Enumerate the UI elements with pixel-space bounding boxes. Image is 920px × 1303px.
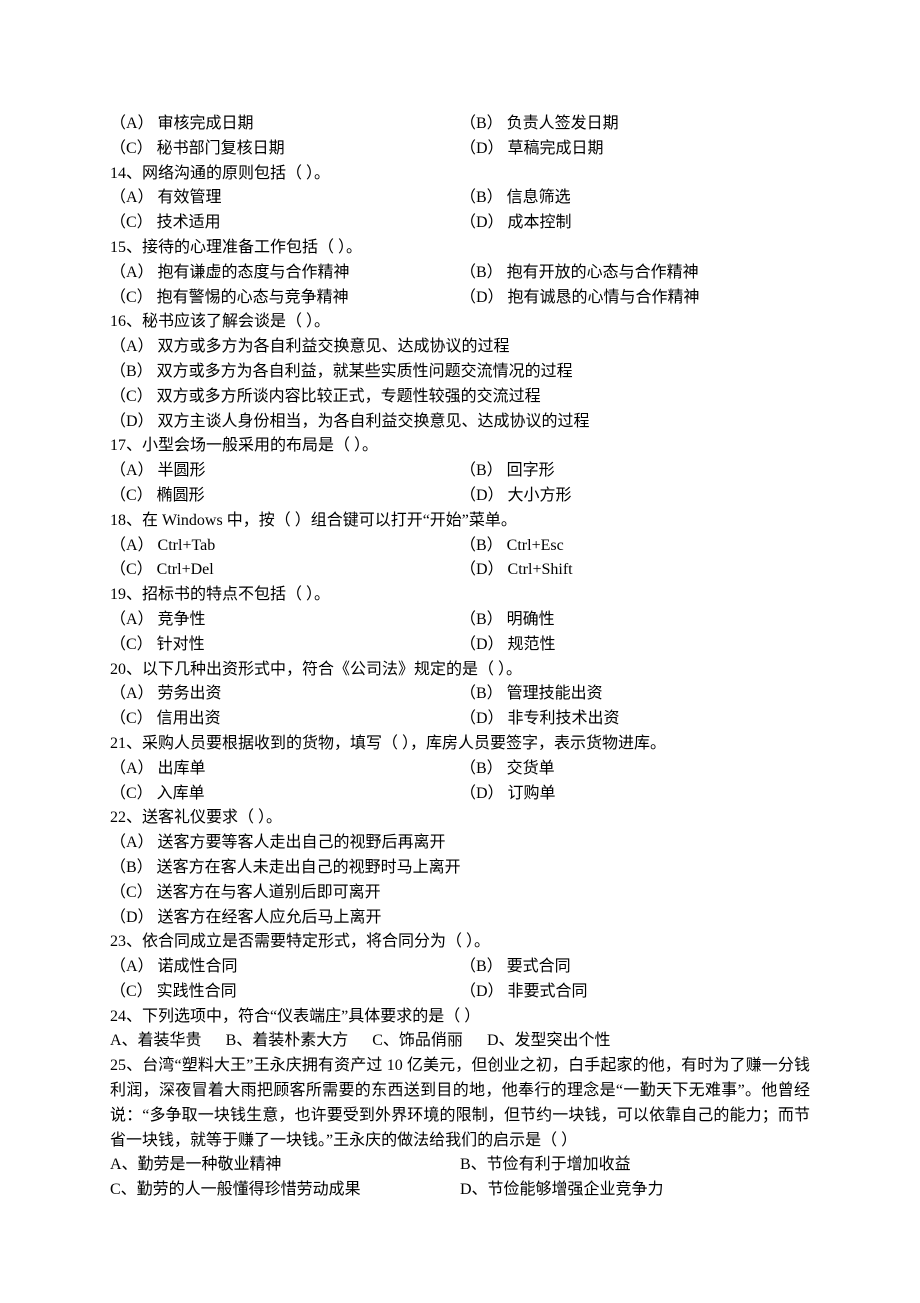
question-21: 21、采购人员要根据收到的货物，填写（ ），库房人员要签字，表示货物进库。 （A…: [110, 732, 810, 806]
option-14-a: （A） 有效管理: [110, 186, 460, 211]
option-17-b: （B） 回字形: [460, 459, 810, 484]
option-23-c: （C） 实践性合同: [110, 980, 460, 1005]
option-19-a: （A） 竞争性: [110, 608, 460, 633]
option-25-a: A、勤劳是一种敬业精神: [110, 1153, 460, 1178]
option-22-a: （A） 送客方要等客人走出自己的视野后再离开: [110, 831, 810, 856]
option-13-a: （A） 审核完成日期: [110, 112, 460, 137]
option-15-a: （A） 抱有谦虚的态度与合作精神: [110, 261, 460, 286]
options-13: （A） 审核完成日期 （B） 负责人签发日期 （C） 秘书部门复核日期 （D） …: [110, 112, 810, 162]
option-25-d: D、节俭能够增强企业竞争力: [460, 1178, 810, 1203]
option-19-d: （D） 规范性: [460, 633, 810, 658]
option-24-c: C、饰品俏丽: [372, 1029, 487, 1054]
stem-15: 15、接待的心理准备工作包括（ ）。: [110, 236, 810, 261]
option-14-d: （D） 成本控制: [460, 211, 810, 236]
question-14: 14、网络沟通的原则包括（ ）。 （A） 有效管理 （B） 信息筛选 （C） 技…: [110, 162, 810, 236]
option-14-b: （B） 信息筛选: [460, 186, 810, 211]
option-13-b: （B） 负责人签发日期: [460, 112, 810, 137]
option-24-b: B、着装朴素大方: [226, 1029, 373, 1054]
stem-18: 18、在 Windows 中，按（ ）组合键可以打开“开始”菜单。: [110, 509, 810, 534]
stem-22: 22、送客礼仪要求（ ）。: [110, 806, 810, 831]
option-20-a: （A） 劳务出资: [110, 682, 460, 707]
option-14-c: （C） 技术适用: [110, 211, 460, 236]
options-17: （A） 半圆形 （B） 回字形 （C） 椭圆形 （D） 大小方形: [110, 459, 810, 509]
option-17-a: （A） 半圆形: [110, 459, 460, 484]
question-18: 18、在 Windows 中，按（ ）组合键可以打开“开始”菜单。 （A） Ct…: [110, 509, 810, 583]
option-18-b: （B） Ctrl+Esc: [460, 534, 810, 559]
options-23: （A） 诺成性合同 （B） 要式合同 （C） 实践性合同 （D） 非要式合同: [110, 955, 810, 1005]
options-18: （A） Ctrl+Tab （B） Ctrl+Esc （C） Ctrl+Del （…: [110, 534, 810, 584]
options-25: A、勤劳是一种敬业精神 B、节俭有利于增加收益 C、勤劳的人一般懂得珍惜劳动成果…: [110, 1153, 810, 1203]
stem-19: 19、招标书的特点不包括（ ）。: [110, 583, 810, 608]
option-23-a: （A） 诺成性合同: [110, 955, 460, 980]
option-13-c: （C） 秘书部门复核日期: [110, 137, 460, 162]
stem-17: 17、小型会场一般采用的布局是（ ）。: [110, 434, 810, 459]
question-20: 20、以下几种出资形式中，符合《公司法》规定的是（ ）。 （A） 劳务出资 （B…: [110, 658, 810, 732]
option-13-d: （D） 草稿完成日期: [460, 137, 810, 162]
options-22: （A） 送客方要等客人走出自己的视野后再离开 （B） 送客方在客人未走出自己的视…: [110, 831, 810, 930]
question-22: 22、送客礼仪要求（ ）。 （A） 送客方要等客人走出自己的视野后再离开 （B）…: [110, 806, 810, 930]
question-13: （A） 审核完成日期 （B） 负责人签发日期 （C） 秘书部门复核日期 （D） …: [110, 112, 810, 162]
stem-20: 20、以下几种出资形式中，符合《公司法》规定的是（ ）。: [110, 658, 810, 683]
stem-21: 21、采购人员要根据收到的货物，填写（ ），库房人员要签字，表示货物进库。: [110, 732, 810, 757]
stem-16: 16、秘书应该了解会谈是（ ）。: [110, 310, 810, 335]
stem-23: 23、依合同成立是否需要特定形式，将合同分为（ ）。: [110, 930, 810, 955]
option-16-a: （A） 双方或多方为各自利益交换意见、达成协议的过程: [110, 335, 810, 360]
option-24-a: A、着装华贵: [110, 1029, 226, 1054]
option-20-c: （C） 信用出资: [110, 707, 460, 732]
option-22-b: （B） 送客方在客人未走出自己的视野时马上离开: [110, 856, 810, 881]
options-16: （A） 双方或多方为各自利益交换意见、达成协议的过程 （B） 双方或多方为各自利…: [110, 335, 810, 434]
option-23-d: （D） 非要式合同: [460, 980, 810, 1005]
option-21-a: （A） 出库单: [110, 757, 460, 782]
question-17: 17、小型会场一般采用的布局是（ ）。 （A） 半圆形 （B） 回字形 （C） …: [110, 434, 810, 508]
option-18-d: （D） Ctrl+Shift: [460, 558, 810, 583]
option-17-d: （D） 大小方形: [460, 484, 810, 509]
option-21-c: （C） 入库单: [110, 782, 460, 807]
option-20-b: （B） 管理技能出资: [460, 682, 810, 707]
option-15-c: （C） 抱有警惕的心态与竞争精神: [110, 286, 460, 311]
options-19: （A） 竞争性 （B） 明确性 （C） 针对性 （D） 规范性: [110, 608, 810, 658]
option-25-c: C、勤劳的人一般懂得珍惜劳动成果: [110, 1178, 460, 1203]
option-15-b: （B） 抱有开放的心态与合作精神: [460, 261, 810, 286]
option-21-b: （B） 交货单: [460, 757, 810, 782]
option-23-b: （B） 要式合同: [460, 955, 810, 980]
option-16-c: （C） 双方或多方所谈内容比较正式，专题性较强的交流过程: [110, 385, 810, 410]
option-25-b: B、节俭有利于增加收益: [460, 1153, 810, 1178]
stem-24: 24、下列选项中，符合“仪表端庄”具体要求的是（ ）: [110, 1005, 810, 1030]
option-24-d: D、发型突出个性: [487, 1029, 635, 1054]
option-16-b: （B） 双方或多方为各自利益，就某些实质性问题交流情况的过程: [110, 360, 810, 385]
options-20: （A） 劳务出资 （B） 管理技能出资 （C） 信用出资 （D） 非专利技术出资: [110, 682, 810, 732]
option-21-d: （D） 订购单: [460, 782, 810, 807]
options-24: A、着装华贵 B、着装朴素大方 C、饰品俏丽 D、发型突出个性: [110, 1029, 810, 1054]
question-25: 25、台湾“塑料大王”王永庆拥有资产过 10 亿美元，但创业之初，白手起家的他，…: [110, 1054, 810, 1203]
question-23: 23、依合同成立是否需要特定形式，将合同分为（ ）。 （A） 诺成性合同 （B）…: [110, 930, 810, 1004]
question-19: 19、招标书的特点不包括（ ）。 （A） 竞争性 （B） 明确性 （C） 针对性…: [110, 583, 810, 657]
option-22-d: （D） 送客方在经客人应允后马上离开: [110, 906, 810, 931]
options-15: （A） 抱有谦虚的态度与合作精神 （B） 抱有开放的心态与合作精神 （C） 抱有…: [110, 261, 810, 311]
stem-25: 25、台湾“塑料大王”王永庆拥有资产过 10 亿美元，但创业之初，白手起家的他，…: [110, 1054, 810, 1153]
option-15-d: （D） 抱有诚恳的心情与合作精神: [460, 286, 810, 311]
option-19-b: （B） 明确性: [460, 608, 810, 633]
option-22-c: （C） 送客方在与客人道别后即可离开: [110, 881, 810, 906]
option-18-c: （C） Ctrl+Del: [110, 558, 460, 583]
option-19-c: （C） 针对性: [110, 633, 460, 658]
question-15: 15、接待的心理准备工作包括（ ）。 （A） 抱有谦虚的态度与合作精神 （B） …: [110, 236, 810, 310]
options-14: （A） 有效管理 （B） 信息筛选 （C） 技术适用 （D） 成本控制: [110, 186, 810, 236]
option-16-d: （D） 双方主谈人身份相当，为各自利益交换意见、达成协议的过程: [110, 410, 810, 435]
stem-14: 14、网络沟通的原则包括（ ）。: [110, 162, 810, 187]
options-21: （A） 出库单 （B） 交货单 （C） 入库单 （D） 订购单: [110, 757, 810, 807]
option-17-c: （C） 椭圆形: [110, 484, 460, 509]
option-20-d: （D） 非专利技术出资: [460, 707, 810, 732]
option-18-a: （A） Ctrl+Tab: [110, 534, 460, 559]
question-16: 16、秘书应该了解会谈是（ ）。 （A） 双方或多方为各自利益交换意见、达成协议…: [110, 310, 810, 434]
question-24: 24、下列选项中，符合“仪表端庄”具体要求的是（ ） A、着装华贵 B、着装朴素…: [110, 1005, 810, 1055]
